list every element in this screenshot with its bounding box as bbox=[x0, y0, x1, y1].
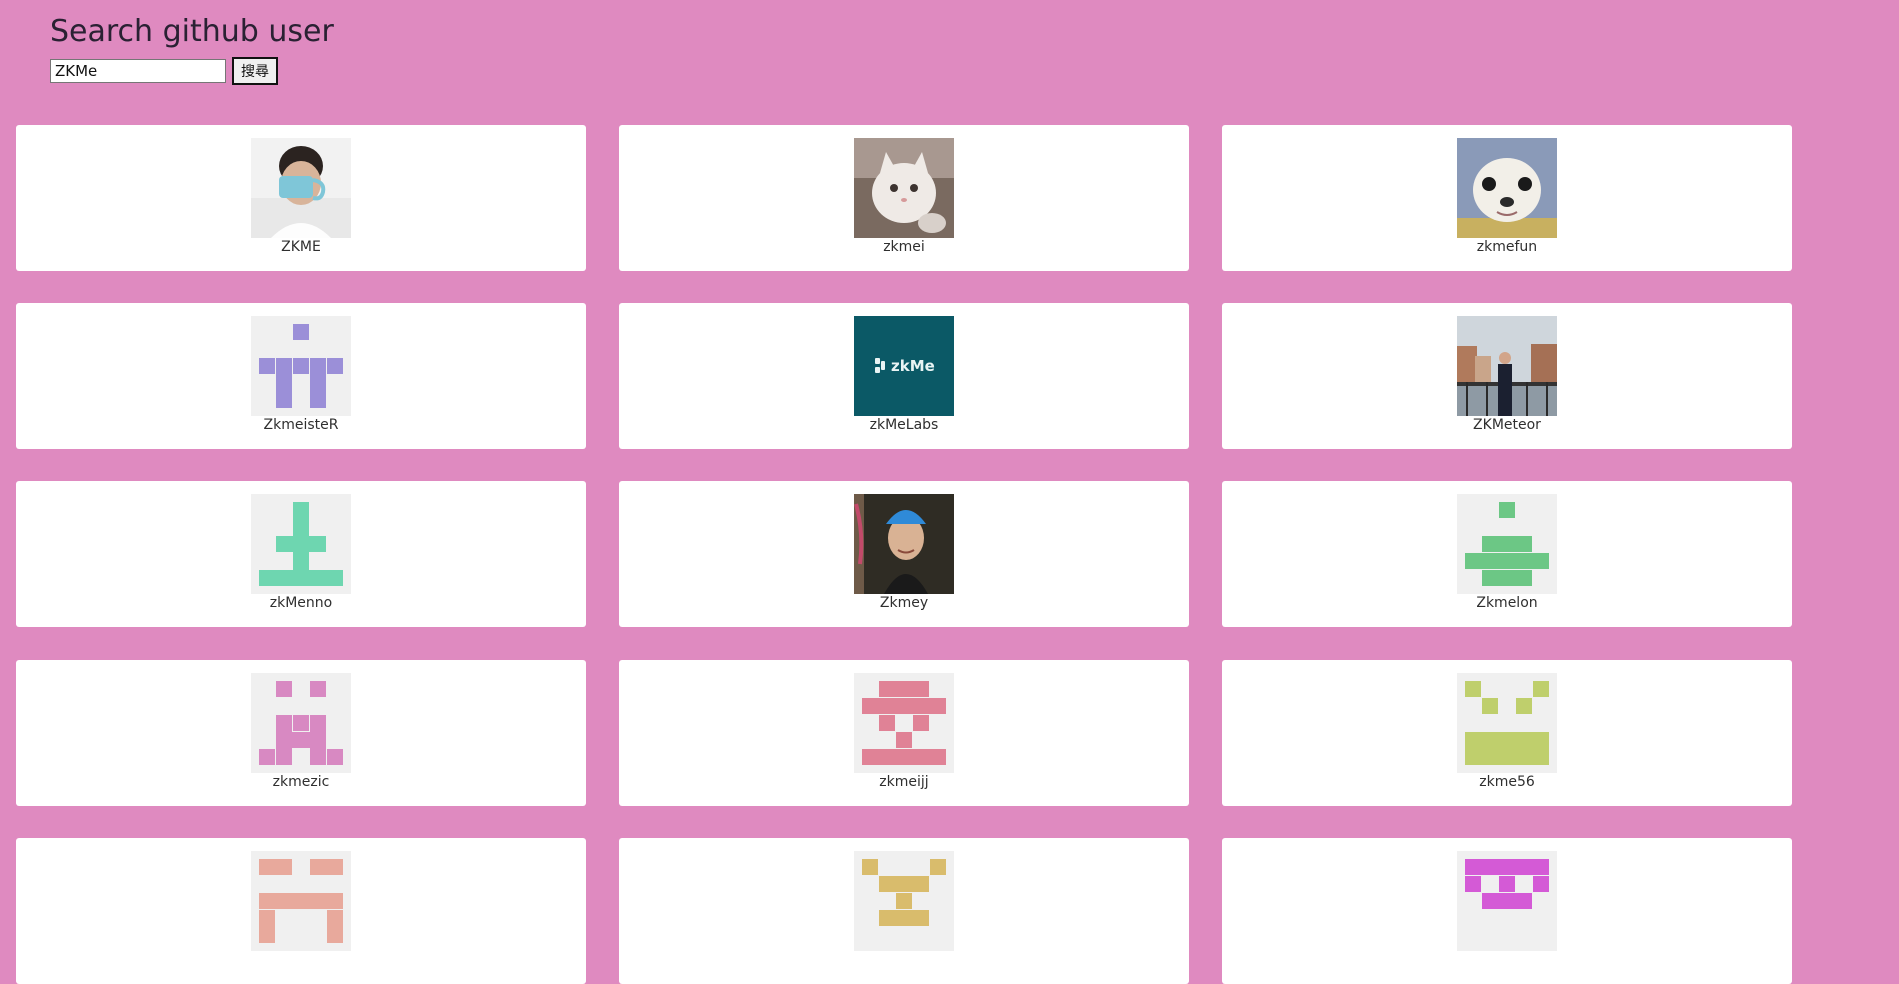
avatar-logo: zkMe bbox=[854, 316, 954, 416]
avatar-identicon bbox=[1457, 673, 1557, 773]
search-input[interactable] bbox=[50, 59, 226, 83]
user-card[interactable]: zkmefun bbox=[1222, 125, 1792, 271]
avatar-photo-person-helmet bbox=[854, 494, 954, 594]
search-header: Search github user 搜尋 bbox=[50, 14, 334, 85]
page-title: Search github user bbox=[50, 14, 334, 49]
avatar-photo-person-mug bbox=[251, 138, 351, 238]
user-card[interactable]: ZkmeisteR bbox=[16, 303, 586, 449]
avatar bbox=[251, 138, 351, 238]
avatar bbox=[251, 673, 351, 773]
user-login: zkmeijj bbox=[879, 774, 929, 790]
user-card[interactable]: zkmezic bbox=[16, 660, 586, 806]
avatar bbox=[854, 851, 954, 951]
avatar bbox=[1457, 316, 1557, 416]
user-login: zkMenno bbox=[269, 595, 333, 611]
user-login: ZKMeteor bbox=[1473, 417, 1541, 433]
avatar-identicon bbox=[1457, 494, 1557, 594]
avatar bbox=[1457, 673, 1557, 773]
logo-text: zkMe bbox=[891, 357, 935, 375]
avatar-identicon bbox=[251, 851, 351, 951]
avatar bbox=[1457, 138, 1557, 238]
avatar-identicon bbox=[251, 316, 351, 416]
user-card[interactable]: Zkmelon bbox=[1222, 481, 1792, 627]
user-card[interactable]: ZKMeteor bbox=[1222, 303, 1792, 449]
avatar bbox=[1457, 851, 1557, 951]
user-card[interactable]: zkMenno bbox=[16, 481, 586, 627]
user-card[interactable]: zkmeijj bbox=[619, 660, 1189, 806]
user-login: zkmei bbox=[883, 239, 925, 255]
avatar-photo-chihuahua bbox=[1457, 138, 1557, 238]
avatar: zkMe bbox=[854, 316, 954, 416]
user-login: Zkmey bbox=[879, 595, 929, 611]
avatar bbox=[854, 138, 954, 238]
user-card[interactable]: zkme56 bbox=[1222, 660, 1792, 806]
avatar bbox=[251, 494, 351, 594]
user-login: ZkmeisteR bbox=[263, 417, 339, 433]
avatar-identicon bbox=[854, 851, 954, 951]
avatar-photo-city-person bbox=[1457, 316, 1557, 416]
avatar bbox=[1457, 494, 1557, 594]
user-card[interactable]: zkMe zkMeLabs bbox=[619, 303, 1189, 449]
user-card[interactable]: zkmei bbox=[619, 125, 1189, 271]
user-card[interactable]: Zkmey bbox=[619, 481, 1189, 627]
user-login: zkmezic bbox=[272, 774, 330, 790]
user-card[interactable]: ZKME bbox=[16, 125, 586, 271]
avatar bbox=[251, 851, 351, 951]
search-row: 搜尋 bbox=[50, 57, 334, 85]
user-login: Zkmelon bbox=[1476, 595, 1538, 611]
user-card[interactable] bbox=[619, 838, 1189, 984]
avatar-identicon bbox=[251, 673, 351, 773]
avatar-identicon bbox=[251, 494, 351, 594]
avatar-identicon bbox=[1457, 851, 1557, 951]
user-login: zkmefun bbox=[1476, 239, 1538, 255]
avatar-photo-cat bbox=[854, 138, 954, 238]
avatar bbox=[854, 673, 954, 773]
user-login: ZKME bbox=[281, 239, 321, 255]
search-button[interactable]: 搜尋 bbox=[232, 57, 278, 85]
user-card[interactable] bbox=[16, 838, 586, 984]
user-card[interactable] bbox=[1222, 838, 1792, 984]
avatar bbox=[251, 316, 351, 416]
user-login: zkMeLabs bbox=[869, 417, 939, 433]
avatar-identicon bbox=[854, 673, 954, 773]
user-login: zkme56 bbox=[1479, 774, 1535, 790]
avatar bbox=[854, 494, 954, 594]
